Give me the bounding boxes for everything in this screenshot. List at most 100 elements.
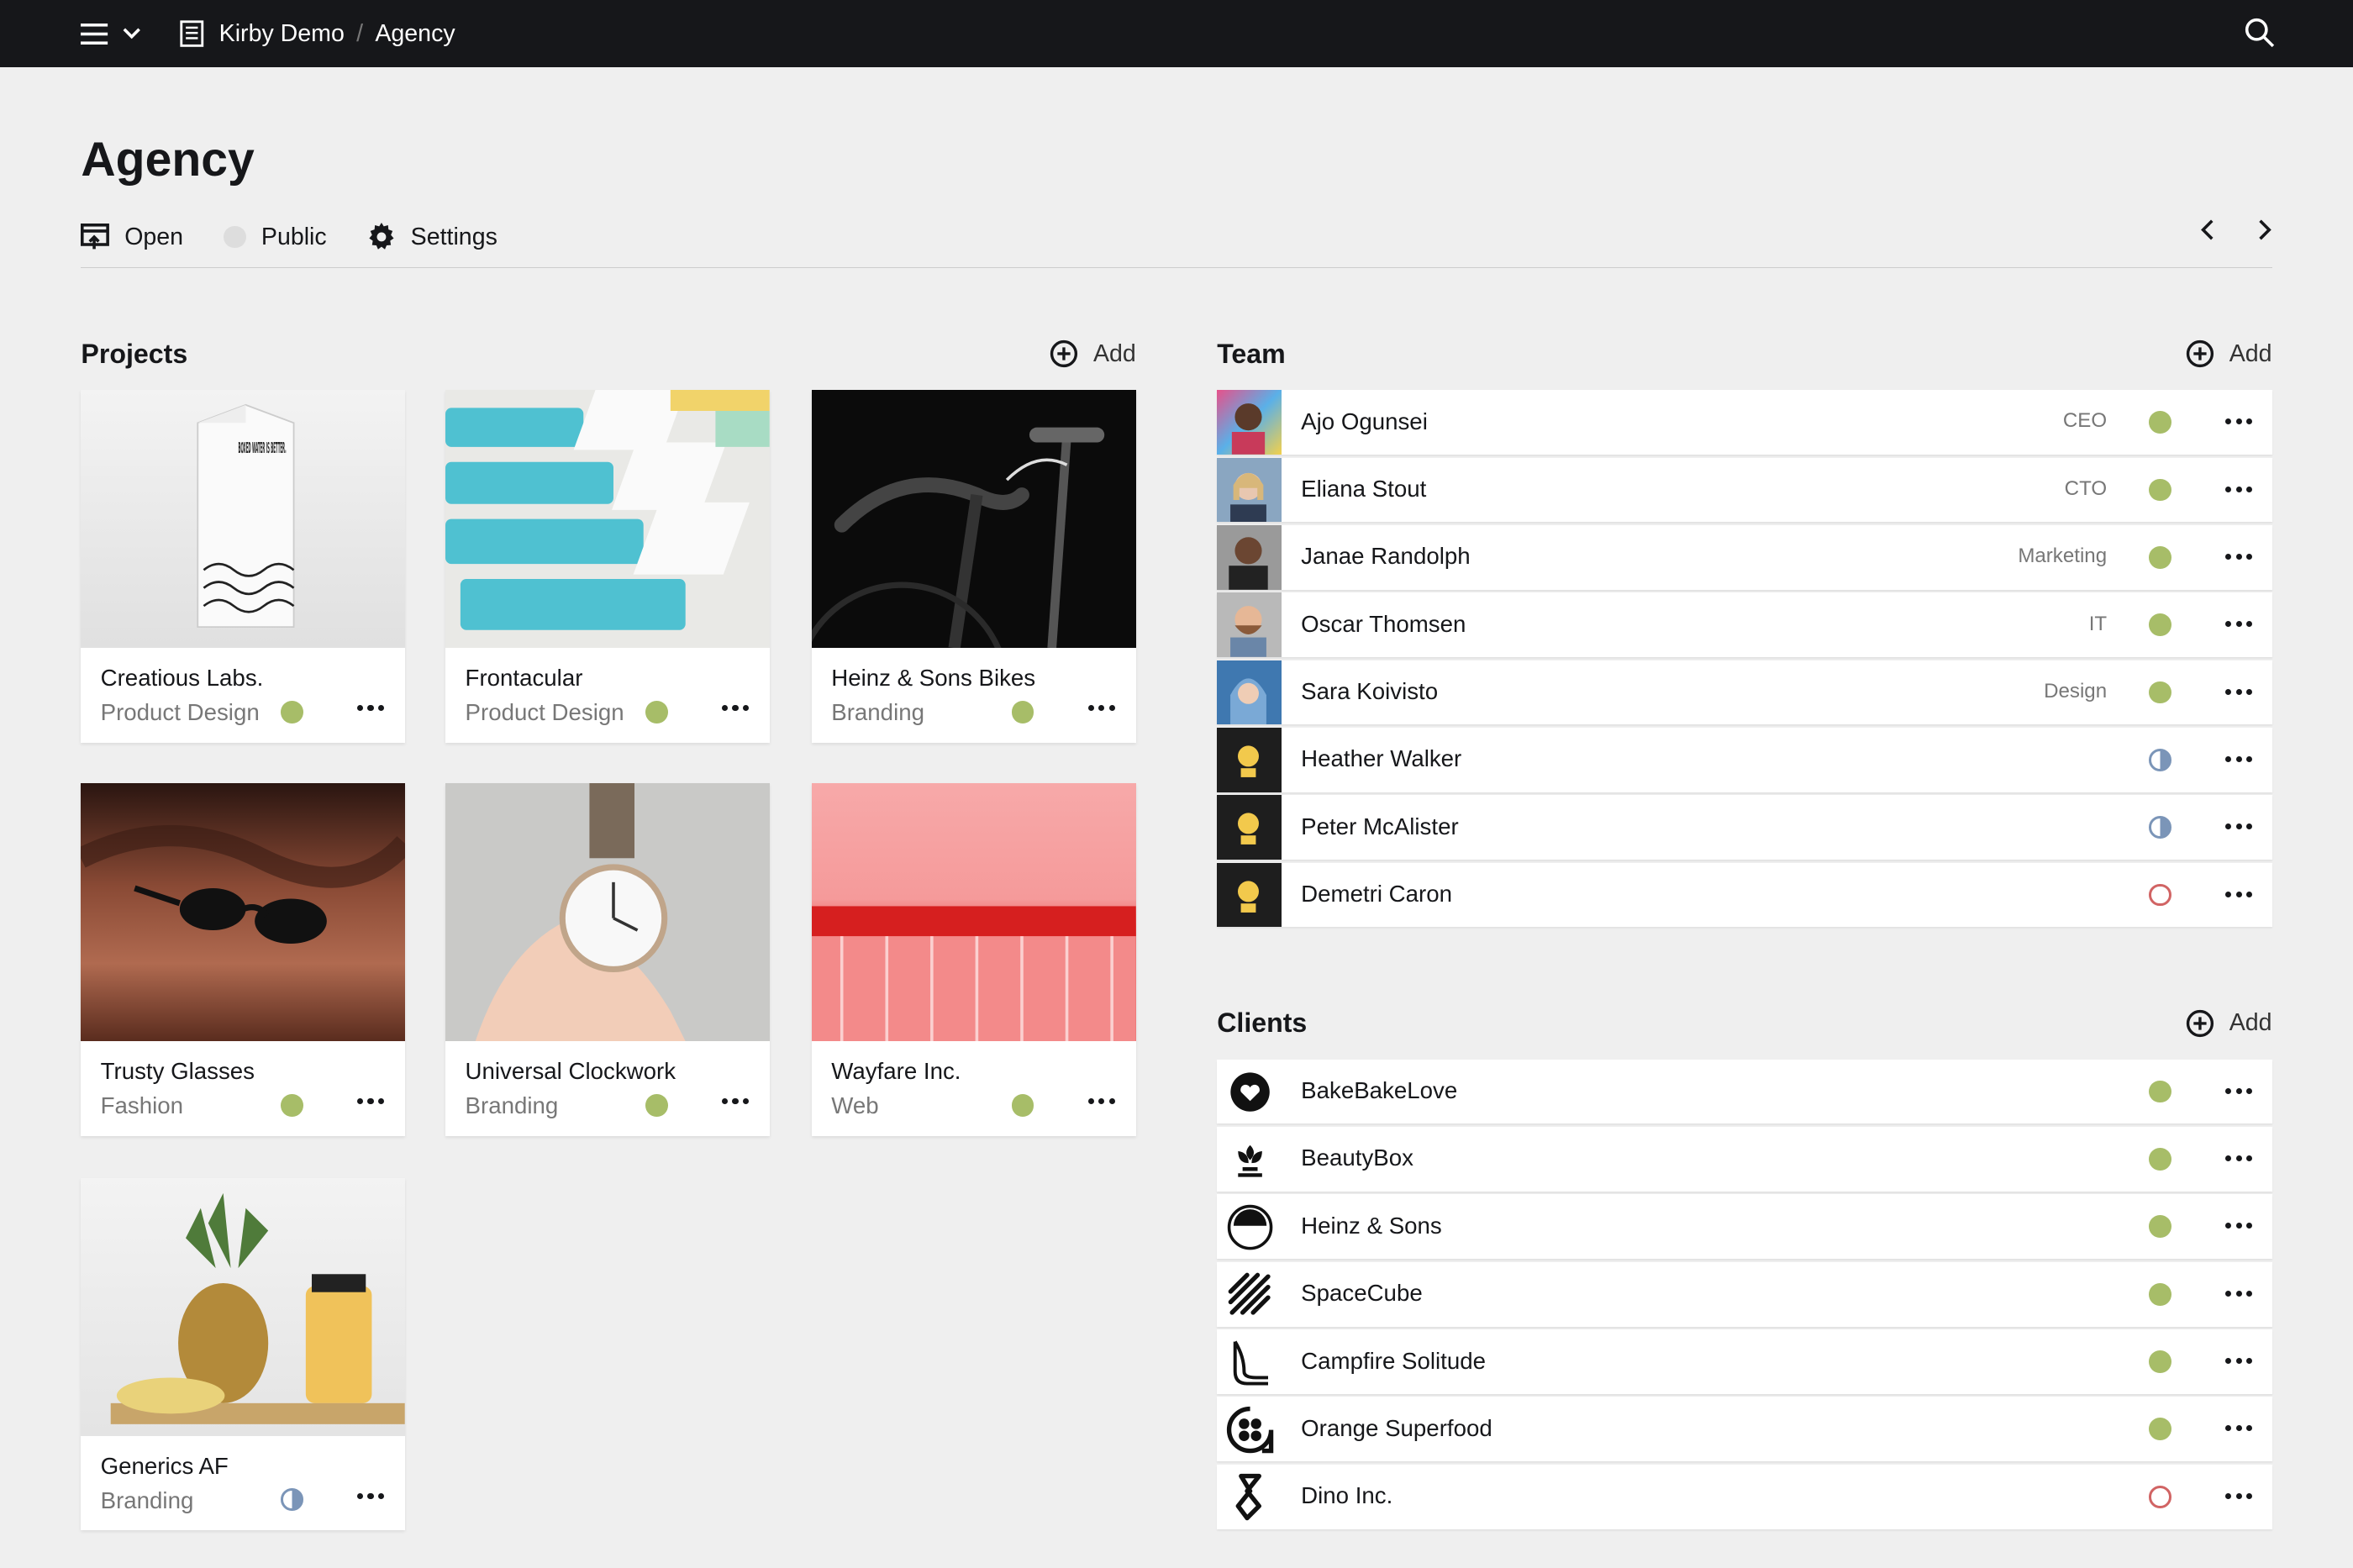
list-item[interactable]: Janae Randolph Marketing bbox=[1217, 524, 2272, 590]
options-button[interactable] bbox=[2225, 486, 2253, 492]
settings-button[interactable]: Settings bbox=[367, 223, 497, 251]
list-item[interactable]: SpaceCube bbox=[1217, 1261, 2272, 1327]
list-item[interactable]: Heinz & Sons bbox=[1217, 1194, 2272, 1260]
breadcrumb-site[interactable]: Kirby Demo bbox=[219, 20, 345, 48]
status-published-icon[interactable] bbox=[280, 1093, 303, 1123]
options-button[interactable] bbox=[2225, 1492, 2253, 1499]
project-thumbnail bbox=[81, 783, 406, 1042]
options-button[interactable] bbox=[1087, 1098, 1115, 1105]
open-label: Open bbox=[124, 223, 184, 250]
options-button[interactable] bbox=[2225, 1358, 2253, 1365]
avatar bbox=[1217, 390, 1282, 455]
flower-logo-icon bbox=[1238, 1144, 1262, 1177]
chevron-down-icon bbox=[123, 28, 141, 39]
project-card[interactable]: Trusty Glasses Fashion bbox=[81, 783, 406, 1136]
breadcrumb-separator: / bbox=[356, 19, 364, 47]
list-item[interactable]: BakeBakeLove bbox=[1217, 1059, 2272, 1124]
options-button[interactable] bbox=[356, 1492, 385, 1499]
sun-logo-icon bbox=[1227, 1204, 1273, 1250]
status-published-icon[interactable] bbox=[2149, 1350, 2171, 1380]
list-item[interactable]: BeautyBox bbox=[1217, 1127, 2272, 1192]
status-dot-icon bbox=[224, 225, 247, 249]
status-unlisted-icon[interactable] bbox=[2149, 816, 2171, 845]
open-button[interactable]: Open bbox=[81, 224, 183, 251]
stripes-logo-icon bbox=[1228, 1273, 1271, 1316]
list-item[interactable]: Demetri Caron bbox=[1217, 862, 2272, 928]
list-item[interactable]: Ajo Ogunsei CEO bbox=[1217, 390, 2272, 455]
status-published-icon[interactable] bbox=[645, 700, 668, 730]
status-published-icon[interactable] bbox=[2149, 1148, 2171, 1177]
options-button[interactable] bbox=[356, 1098, 385, 1105]
member-name: Ajo Ogunsei bbox=[1301, 408, 1428, 434]
status-published-icon[interactable] bbox=[2149, 1418, 2171, 1447]
add-circle-icon bbox=[1050, 340, 1078, 368]
options-button[interactable] bbox=[2225, 553, 2253, 560]
client-name: Campfire Solitude bbox=[1301, 1347, 1486, 1374]
status-published-icon[interactable] bbox=[2149, 613, 2171, 643]
status-published-icon[interactable] bbox=[2149, 478, 2171, 508]
list-item[interactable]: Heather Walker bbox=[1217, 728, 2272, 792]
breadcrumb-current[interactable]: Agency bbox=[375, 20, 455, 48]
list-item[interactable]: Campfire Solitude bbox=[1217, 1329, 2272, 1394]
status-draft-icon[interactable] bbox=[2149, 883, 2171, 913]
options-button[interactable] bbox=[2225, 621, 2253, 628]
add-client-button[interactable]: Add bbox=[2186, 1009, 2272, 1038]
add-project-button[interactable]: Add bbox=[1050, 339, 1136, 368]
options-button[interactable] bbox=[2225, 1155, 2253, 1162]
project-card[interactable]: BOXED WATER IS BETTER. Creatious Labs. P… bbox=[81, 390, 406, 743]
next-page-button[interactable] bbox=[2257, 219, 2272, 240]
options-button[interactable] bbox=[2225, 755, 2253, 763]
avatar bbox=[1217, 728, 1282, 792]
gear-icon bbox=[369, 223, 394, 250]
status-published-icon[interactable] bbox=[2149, 681, 2171, 711]
status-published-icon[interactable] bbox=[1011, 1093, 1034, 1123]
options-button[interactable] bbox=[2225, 688, 2253, 695]
options-button[interactable] bbox=[2225, 891, 2253, 897]
options-button[interactable] bbox=[2225, 418, 2253, 425]
search-button[interactable] bbox=[2245, 18, 2275, 55]
project-card[interactable]: Heinz & Sons Bikes Branding bbox=[812, 390, 1136, 743]
status-published-icon[interactable] bbox=[645, 1093, 668, 1123]
options-button[interactable] bbox=[2225, 823, 2253, 830]
project-card[interactable]: Wayfare Inc. Web bbox=[812, 783, 1136, 1136]
search-icon bbox=[2245, 18, 2275, 48]
list-item[interactable]: Sara Koivisto Design bbox=[1217, 660, 2272, 725]
project-category: Branding bbox=[831, 699, 924, 726]
avatar bbox=[1217, 457, 1282, 523]
options-button[interactable] bbox=[2225, 1223, 2253, 1229]
options-button[interactable] bbox=[2225, 1087, 2253, 1094]
status-published-icon[interactable] bbox=[2149, 411, 2171, 440]
status-unlisted-icon[interactable] bbox=[2149, 748, 2171, 778]
status-published-icon[interactable] bbox=[2149, 1282, 2171, 1313]
options-button[interactable] bbox=[721, 705, 750, 712]
list-item[interactable]: Oscar Thomsen IT bbox=[1217, 592, 2272, 658]
status-published-icon[interactable] bbox=[1011, 700, 1034, 730]
options-button[interactable] bbox=[356, 705, 385, 712]
options-button[interactable] bbox=[721, 1098, 750, 1105]
list-item[interactable]: Peter McAlister bbox=[1217, 795, 2272, 860]
project-card[interactable]: Universal Clockwork Branding bbox=[445, 783, 771, 1136]
avatar bbox=[1217, 862, 1282, 928]
status-published-icon[interactable] bbox=[2149, 1215, 2171, 1244]
project-card[interactable]: Frontacular Product Design bbox=[445, 390, 771, 743]
status-published-icon[interactable] bbox=[280, 700, 303, 730]
project-card[interactable]: Generics AF Branding bbox=[81, 1177, 406, 1531]
list-item[interactable]: Eliana Stout CTO bbox=[1217, 457, 2272, 523]
list-item[interactable]: Dino Inc. bbox=[1217, 1464, 2272, 1529]
client-name: Dino Inc. bbox=[1301, 1482, 1393, 1509]
prev-page-button[interactable] bbox=[2200, 219, 2215, 240]
status-button[interactable]: Public bbox=[224, 224, 327, 251]
status-published-icon[interactable] bbox=[2149, 1080, 2171, 1110]
status-unlisted-icon[interactable] bbox=[280, 1488, 303, 1518]
status-draft-icon[interactable] bbox=[2149, 1485, 2171, 1515]
options-button[interactable] bbox=[2225, 1425, 2253, 1432]
options-button[interactable] bbox=[2225, 1290, 2253, 1297]
sunglasses-image bbox=[81, 825, 406, 944]
add-team-member-button[interactable]: Add bbox=[2186, 339, 2272, 368]
options-button[interactable] bbox=[1087, 705, 1115, 712]
main-menu-toggle[interactable] bbox=[81, 23, 141, 45]
avatar bbox=[1217, 795, 1282, 860]
list-item[interactable]: Orange Superfood bbox=[1217, 1397, 2272, 1462]
status-published-icon[interactable] bbox=[2149, 545, 2171, 576]
member-name: Oscar Thomsen bbox=[1301, 610, 1466, 637]
